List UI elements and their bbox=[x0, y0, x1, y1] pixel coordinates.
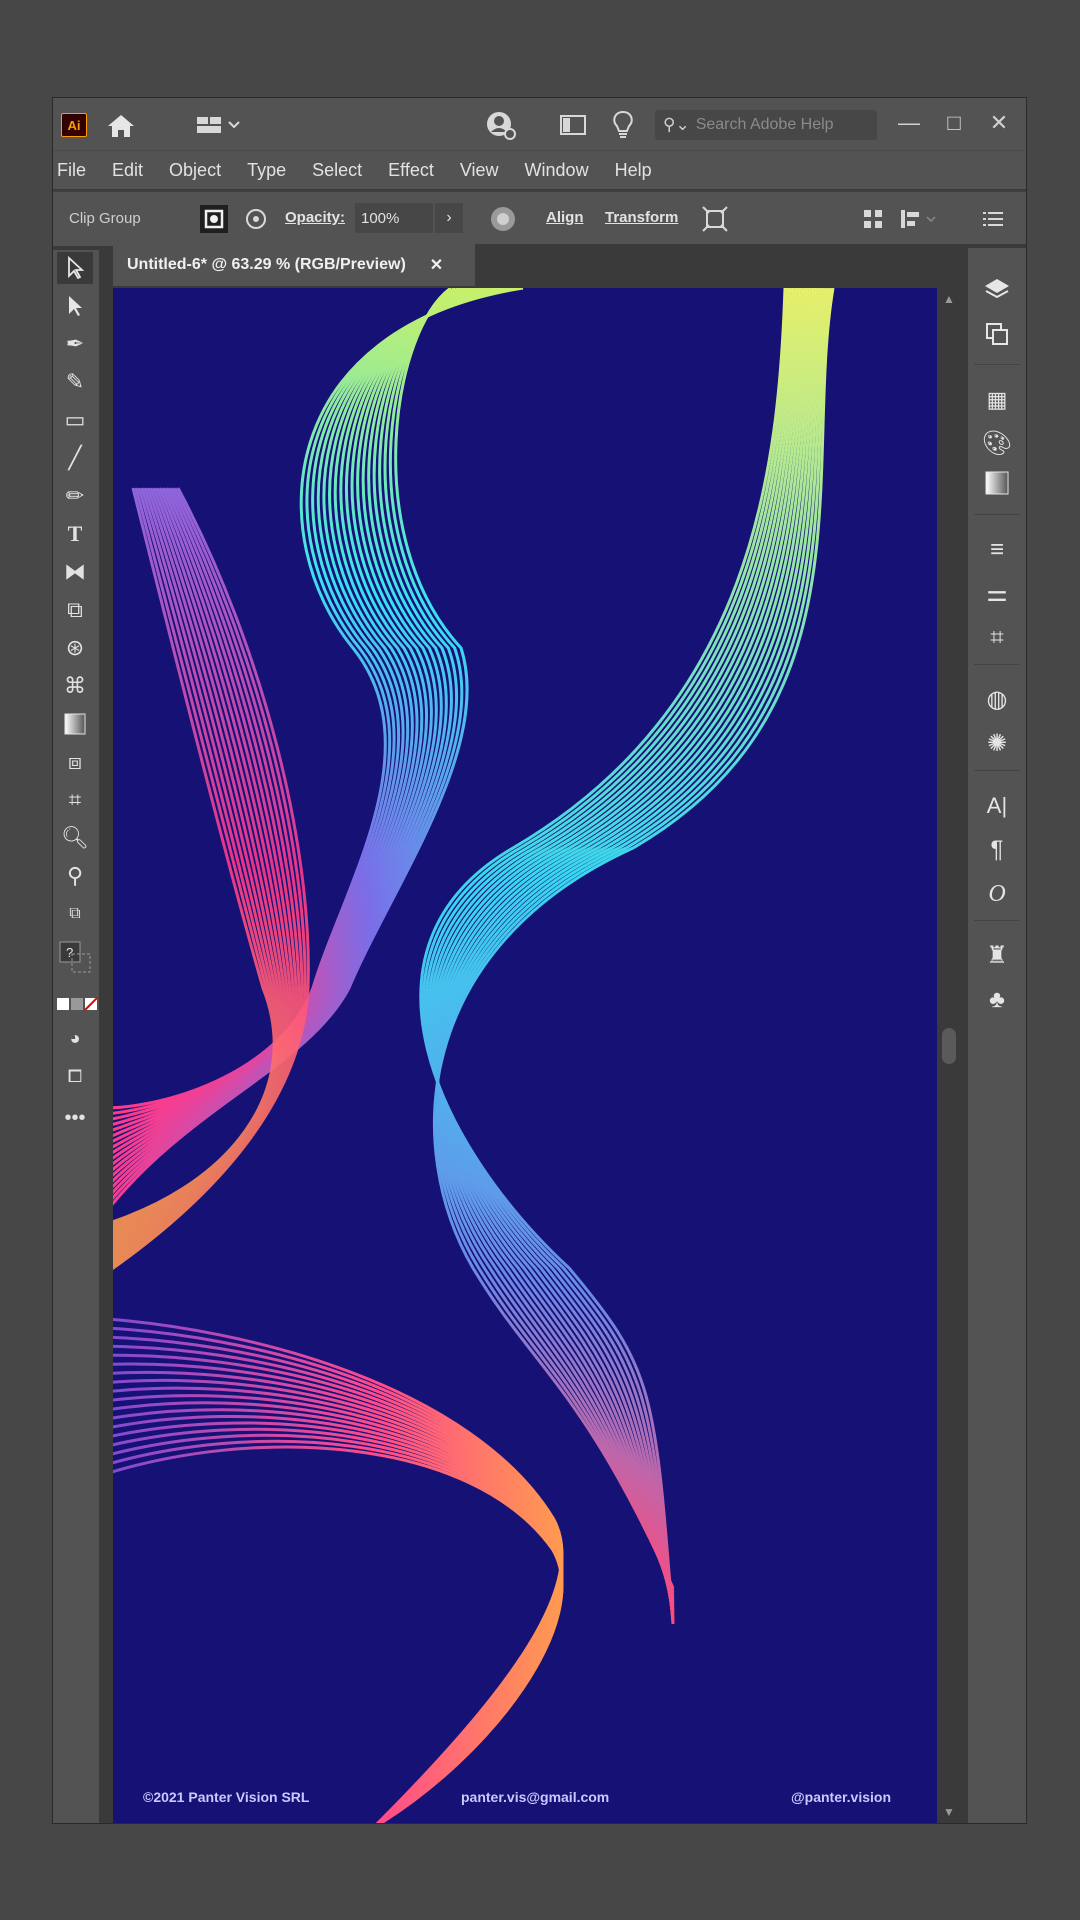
footer-handle: @panter.vision bbox=[791, 1789, 892, 1805]
pen-tool-icon[interactable]: ✒ bbox=[57, 328, 93, 360]
menu-select[interactable]: Select bbox=[312, 160, 362, 181]
draw-mode-icon[interactable]: ◕ bbox=[57, 1022, 93, 1054]
eyedropper-tool-icon[interactable]: ⚲ bbox=[57, 860, 93, 892]
warp-tool-icon[interactable]: ⊛ bbox=[57, 632, 93, 664]
menu-bar: File Edit Object Type Select Effect View… bbox=[53, 150, 1026, 189]
scale-tool-icon[interactable]: ⧉ bbox=[57, 594, 93, 626]
scroll-down-icon[interactable]: ▼ bbox=[943, 1805, 955, 1819]
shape-bounds-icon[interactable] bbox=[701, 205, 729, 233]
blend-tool-icon[interactable]: ⧈ bbox=[57, 746, 93, 778]
selection-tool-icon[interactable] bbox=[57, 252, 93, 284]
maximize-button[interactable]: □ bbox=[936, 106, 972, 140]
appearance-icon[interactable]: ◍ bbox=[978, 682, 1016, 718]
arrange-icon[interactable] bbox=[861, 207, 885, 231]
footer-copyright: ©2021 Panter Vision SRL bbox=[143, 1789, 310, 1805]
edit-contents-icon[interactable] bbox=[199, 204, 229, 234]
symbols-icon[interactable]: ♜ bbox=[978, 938, 1016, 974]
opentype-icon[interactable]: O bbox=[978, 876, 1016, 912]
pencil-tool-icon[interactable]: ✏ bbox=[57, 480, 93, 512]
menu-edit[interactable]: Edit bbox=[112, 160, 143, 181]
gradient-panel-icon[interactable] bbox=[978, 470, 1016, 506]
fill-stroke-help-icon[interactable]: ? bbox=[57, 940, 93, 973]
scroll-thumb[interactable] bbox=[942, 1028, 956, 1064]
home-icon[interactable] bbox=[105, 112, 137, 140]
line-tool-icon[interactable]: ╱ bbox=[57, 442, 93, 474]
opacity-label[interactable]: Opacity: bbox=[285, 209, 345, 226]
layers-icon[interactable] bbox=[978, 276, 1016, 312]
illustrator-window: Ai ⚲⌄ — □ bbox=[53, 98, 1026, 1823]
workspace-switcher-icon[interactable] bbox=[195, 114, 243, 136]
scroll-up-icon[interactable]: ▲ bbox=[943, 292, 955, 306]
zoom-tool-icon[interactable]: 🔍︎ bbox=[57, 822, 93, 854]
menu-type[interactable]: Type bbox=[247, 160, 286, 181]
discover-bulb-icon[interactable] bbox=[611, 110, 635, 140]
menu-view[interactable]: View bbox=[460, 160, 499, 181]
color-mode-icon[interactable] bbox=[57, 988, 98, 1020]
opacity-input[interactable] bbox=[355, 203, 433, 233]
stroke-icon[interactable]: ≡ bbox=[978, 532, 1016, 568]
transform-icon[interactable]: ⌗ bbox=[978, 620, 1016, 656]
properties-icon[interactable]: ⚌ bbox=[978, 576, 1016, 612]
menu-object[interactable]: Object bbox=[169, 160, 221, 181]
document-tab[interactable]: Untitled-6* @ 63.29 % (RGB/Preview) ✕ bbox=[113, 244, 475, 286]
illustrator-logo: Ai bbox=[61, 113, 87, 137]
brushes-icon[interactable]: ♣ bbox=[978, 982, 1016, 1018]
menu-file[interactable]: File bbox=[57, 160, 86, 181]
shape-builder-tool-icon[interactable]: ⌘ bbox=[57, 670, 93, 702]
curvature-tool-icon[interactable]: ✎ bbox=[57, 366, 93, 398]
character-icon[interactable]: A| bbox=[978, 788, 1016, 824]
document-tab-title: Untitled-6* @ 63.29 % (RGB/Preview) bbox=[127, 256, 406, 273]
close-window-button[interactable]: ✕ bbox=[981, 106, 1017, 140]
search-icon: ⚲⌄ bbox=[663, 115, 690, 134]
swap-fill-stroke-icon[interactable]: ⧉ bbox=[57, 898, 93, 930]
menu-help[interactable]: Help bbox=[615, 160, 652, 181]
graphic-styles-icon[interactable]: ✺ bbox=[978, 726, 1016, 762]
wave-artwork bbox=[113, 288, 835, 1823]
transform-link[interactable]: Transform bbox=[605, 209, 678, 226]
rectangle-tool-icon[interactable]: ▭ bbox=[57, 404, 93, 436]
type-tool-icon[interactable]: T bbox=[57, 518, 93, 550]
tools-panel: ✒ ✎ ▭ ╱ ✏ T ⧓ ⧉ ⊛ ⌘ ⧈ ⌗ 🔍︎ ⚲ ⧉ ? ◕ ⧠ ••• bbox=[53, 250, 99, 1823]
artboards-icon[interactable] bbox=[978, 320, 1016, 356]
search-input[interactable] bbox=[693, 115, 868, 135]
isolate-object-icon[interactable] bbox=[243, 206, 269, 232]
more-tools-icon[interactable]: ••• bbox=[57, 1102, 93, 1134]
artboard-tool-icon[interactable]: ⌗ bbox=[57, 784, 93, 816]
direct-selection-tool-icon[interactable] bbox=[57, 290, 93, 322]
control-bar: Clip Group Opacity: › Align Transform bbox=[53, 190, 1026, 246]
document-tab-bar: Untitled-6* @ 63.29 % (RGB/Preview) ✕ bbox=[113, 244, 1026, 286]
artboard-canvas[interactable]: ©2021 Panter Vision SRL panter.vis@gmail… bbox=[113, 288, 937, 1823]
paragraph-icon[interactable]: ¶ bbox=[978, 832, 1016, 868]
svg-text:?: ? bbox=[66, 945, 73, 960]
arrange-documents-icon[interactable] bbox=[559, 114, 587, 136]
gradient-tool-icon[interactable] bbox=[57, 708, 93, 740]
opacity-dropdown-chevron-icon[interactable]: › bbox=[435, 203, 463, 233]
align-link[interactable]: Align bbox=[546, 209, 584, 226]
color-guide-icon[interactable]: 🎨︎ bbox=[978, 426, 1016, 462]
recolor-artwork-icon[interactable] bbox=[489, 205, 517, 233]
align-options-icon[interactable] bbox=[899, 207, 939, 231]
right-panel-dock: ▦ 🎨︎ ≡ ⚌ ⌗ ◍ ✺ A| ¶ O ♜ ♣ bbox=[968, 248, 1026, 1823]
vertical-scrollbar[interactable]: ▲ ▼ bbox=[939, 288, 959, 1823]
reflect-tool-icon[interactable]: ⧓ bbox=[57, 556, 93, 588]
selection-type-label: Clip Group bbox=[69, 210, 141, 227]
menu-effect[interactable]: Effect bbox=[388, 160, 434, 181]
swatches-icon[interactable]: ▦ bbox=[978, 382, 1016, 418]
user-account-icon[interactable] bbox=[485, 110, 517, 140]
search-box[interactable]: ⚲⌄ bbox=[655, 110, 877, 140]
panel-menu-icon[interactable] bbox=[981, 207, 1005, 231]
title-bar: Ai ⚲⌄ — □ bbox=[53, 98, 1026, 150]
close-tab-icon[interactable]: ✕ bbox=[430, 255, 443, 275]
footer-email: panter.vis@gmail.com bbox=[461, 1789, 610, 1805]
screen-mode-icon[interactable]: ⧠ bbox=[57, 1060, 93, 1092]
menu-window[interactable]: Window bbox=[525, 160, 589, 181]
minimize-button[interactable]: — bbox=[891, 106, 927, 140]
